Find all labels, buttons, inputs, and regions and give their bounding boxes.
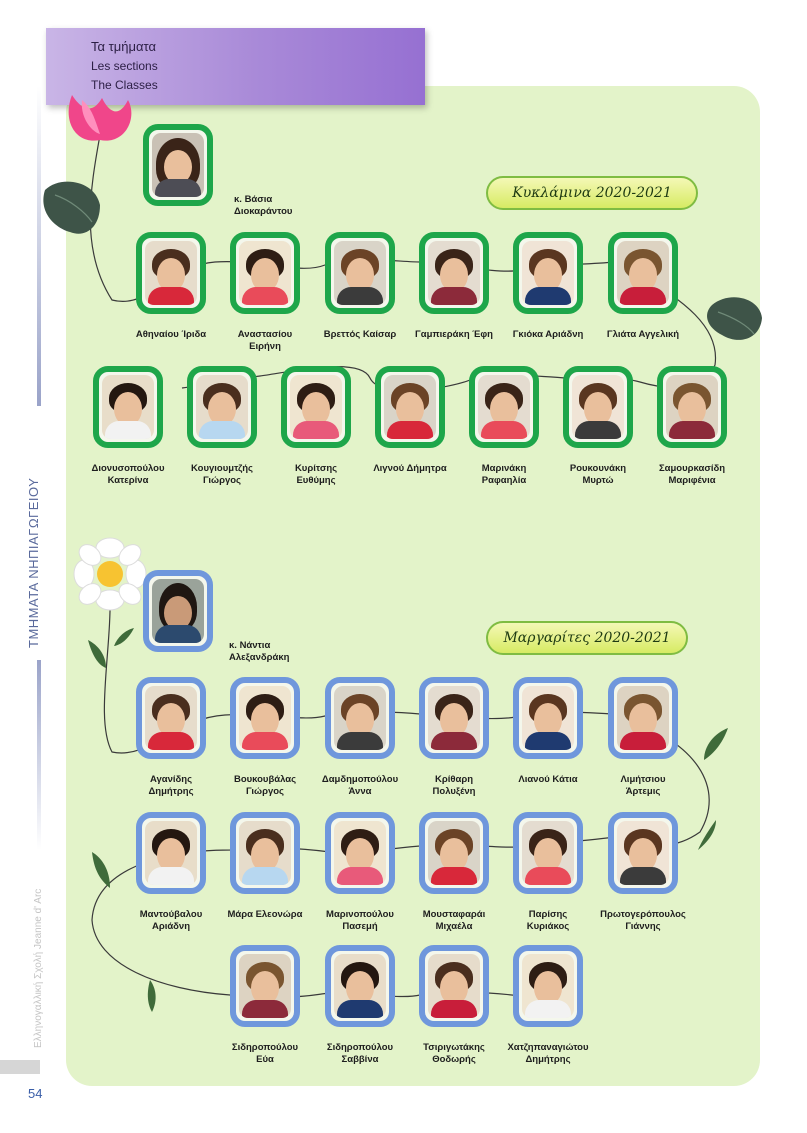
student-name-line: Γιώργος	[246, 786, 284, 797]
student-photo	[230, 232, 300, 314]
student-name: Λιμήτσιου Άρτεμις	[588, 774, 698, 798]
student-name-line: Σαμουρκασίδη	[658, 463, 726, 474]
student-name-line: Ευθύμης	[296, 475, 336, 486]
student-name: Σαμουρκασίδη Μαριφένια	[637, 463, 747, 487]
student-photo	[513, 945, 583, 1027]
student-photo	[419, 945, 489, 1027]
student-name-line: Πολυξένη	[432, 786, 476, 797]
daisy-flower-icon	[73, 537, 147, 611]
student-photo	[657, 366, 727, 448]
student-photo	[419, 677, 489, 759]
student-photo	[230, 677, 300, 759]
student-name-line: Λιανού Κάτια	[518, 774, 578, 785]
student-name-line: Δημήτρης	[525, 1054, 571, 1065]
student-photo	[513, 232, 583, 314]
student-photo	[325, 677, 395, 759]
class1-title-badge: Κυκλάμινα 2020-2021	[486, 176, 698, 210]
student-photo	[563, 366, 633, 448]
student-photo	[608, 812, 678, 894]
student-name-line: Αριάδνη	[151, 921, 191, 932]
student-photo	[375, 366, 445, 448]
student-photo	[325, 945, 395, 1027]
teacher-name: κ. Βάσια Διοκαράντου	[234, 194, 293, 217]
student-name-line: Λιμήτσιου	[620, 774, 666, 785]
student-photo	[230, 945, 300, 1027]
student-name-line: Ειρήνη	[249, 341, 281, 352]
student-photo	[513, 677, 583, 759]
student-photo	[325, 812, 395, 894]
student-photo	[93, 366, 163, 448]
student-name: Χατζηπαναγιώτου Δημήτρης	[483, 1042, 613, 1066]
student-name-line: Πρωτογερόπουλος	[600, 909, 686, 920]
student-name: Πρωτογερόπουλος Γιάννης	[578, 909, 708, 933]
student-name-line: Γιάννης	[625, 921, 661, 932]
teacher-name: κ. Νάντια Αλεξανδράκη	[229, 640, 290, 663]
student-photo	[187, 366, 257, 448]
student-photo	[136, 677, 206, 759]
teacher-photo	[143, 570, 213, 652]
cyclamen-leaf-icon	[707, 297, 762, 340]
student-photo	[419, 812, 489, 894]
student-name-line: Μαριφένια	[668, 475, 716, 486]
student-photo	[513, 812, 583, 894]
student-name-line: Σιδηροπούλου	[231, 1042, 299, 1053]
student-photo	[469, 366, 539, 448]
student-name: Λιανού Κάτια	[493, 774, 603, 786]
cyclamen-flower-icon	[68, 95, 132, 141]
student-name-line: Άρτεμις	[625, 786, 661, 797]
student-name-line: Γλιάτα Αγγελική	[606, 329, 680, 340]
student-photo	[136, 812, 206, 894]
class2-title-badge: Μαργαρίτες 2020-2021	[486, 621, 688, 655]
student-photo	[281, 366, 351, 448]
student-name-line: Χατζηπαναγιώτου	[507, 1042, 589, 1053]
student-photo	[136, 232, 206, 314]
student-name-line: Εύα	[256, 1054, 274, 1065]
teacher-photo	[143, 124, 213, 206]
student-name: Γλιάτα Αγγελική	[578, 329, 708, 341]
student-photo	[230, 812, 300, 894]
student-name: Σιδηροπούλου Εύα	[210, 1042, 320, 1066]
student-photo	[608, 677, 678, 759]
student-photo	[325, 232, 395, 314]
student-name-line: Βουκουβάλας	[233, 774, 297, 785]
student-photo	[608, 232, 678, 314]
student-name-line: Μάρα Ελεονώρα	[227, 909, 303, 920]
student-photo	[419, 232, 489, 314]
student-name: Μάρα Ελεονώρα	[210, 909, 320, 921]
decoration-layer	[43, 95, 762, 1012]
student-name: Βουκουβάλας Γιώργος	[210, 774, 320, 798]
